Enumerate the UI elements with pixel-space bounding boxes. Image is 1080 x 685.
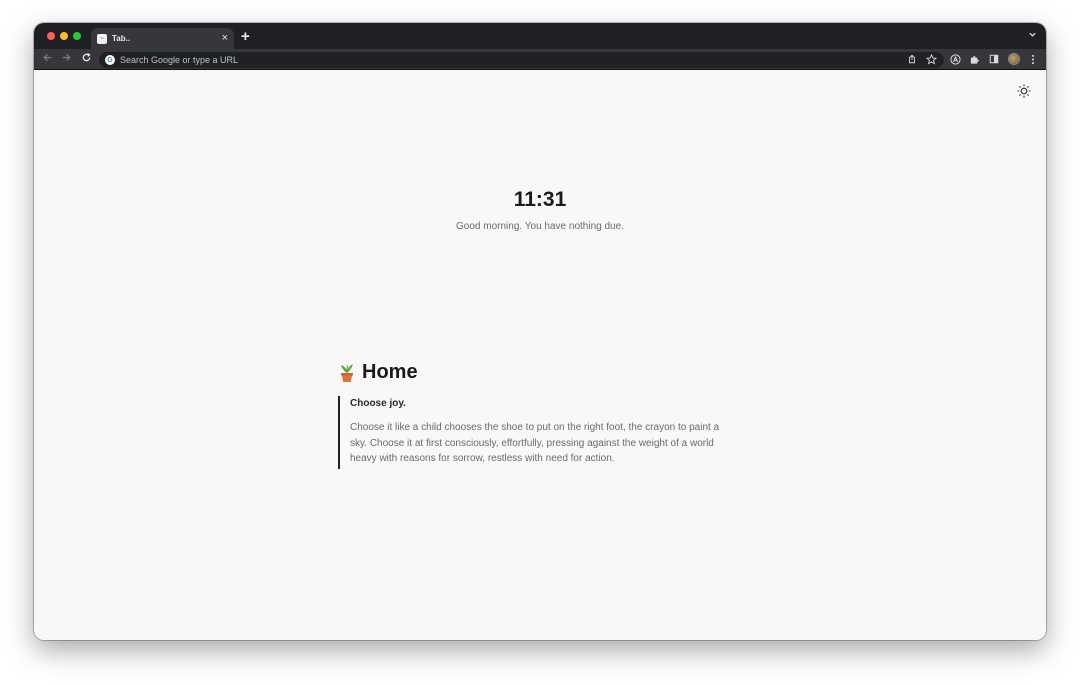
page-content: 11:31 Good morning. You have nothing due…	[34, 70, 1046, 640]
back-arrow-icon[interactable]	[42, 52, 53, 67]
tab-close-icon[interactable]: ×	[222, 33, 228, 44]
clock: 11:31	[513, 188, 567, 211]
tab-active[interactable]: ~ Tab.. ×	[91, 28, 234, 49]
tab-favicon-icon: ~	[97, 33, 107, 44]
address-bar[interactable]: G	[99, 52, 944, 68]
potted-plant-icon	[338, 363, 356, 383]
browser-toolbar: G	[34, 49, 1046, 70]
address-input[interactable]	[120, 55, 944, 65]
more-menu-icon[interactable]	[1027, 53, 1039, 65]
reload-icon[interactable]	[81, 52, 92, 67]
sun-icon[interactable]	[1017, 84, 1031, 98]
google-icon: G	[105, 55, 115, 65]
new-tab-button[interactable]: +	[241, 28, 250, 46]
minimize-window-button[interactable]	[60, 32, 68, 40]
share-icon[interactable]	[906, 53, 918, 65]
profile-avatar[interactable]	[1008, 53, 1020, 65]
extensions-puzzle-icon[interactable]	[968, 53, 980, 65]
browser-window: ~ Tab.. × + G Search Google or type a UR…	[34, 23, 1046, 640]
greeting-text: Good morning. You have nothing due.	[456, 221, 624, 232]
quote-block: Choose joy. Choose it like a child choos…	[338, 396, 723, 469]
page-title-text: Home	[362, 361, 418, 383]
forward-arrow-icon[interactable]	[61, 52, 72, 67]
bookmark-star-icon[interactable]	[925, 53, 937, 65]
close-window-button[interactable]	[47, 32, 55, 40]
zoom-window-button[interactable]	[73, 32, 81, 40]
tab-search-chevron-icon[interactable]	[1028, 30, 1037, 42]
tab-strip: ~ Tab.. × +	[34, 23, 1046, 49]
extension-a-icon[interactable]	[949, 53, 961, 65]
quote-body: Choose it like a child chooses the shoe …	[350, 422, 720, 464]
side-panel-icon[interactable]	[988, 53, 1000, 65]
tab-title: Tab..	[112, 34, 131, 43]
page-title: Home	[338, 361, 418, 384]
quote-title: Choose joy.	[350, 398, 406, 409]
